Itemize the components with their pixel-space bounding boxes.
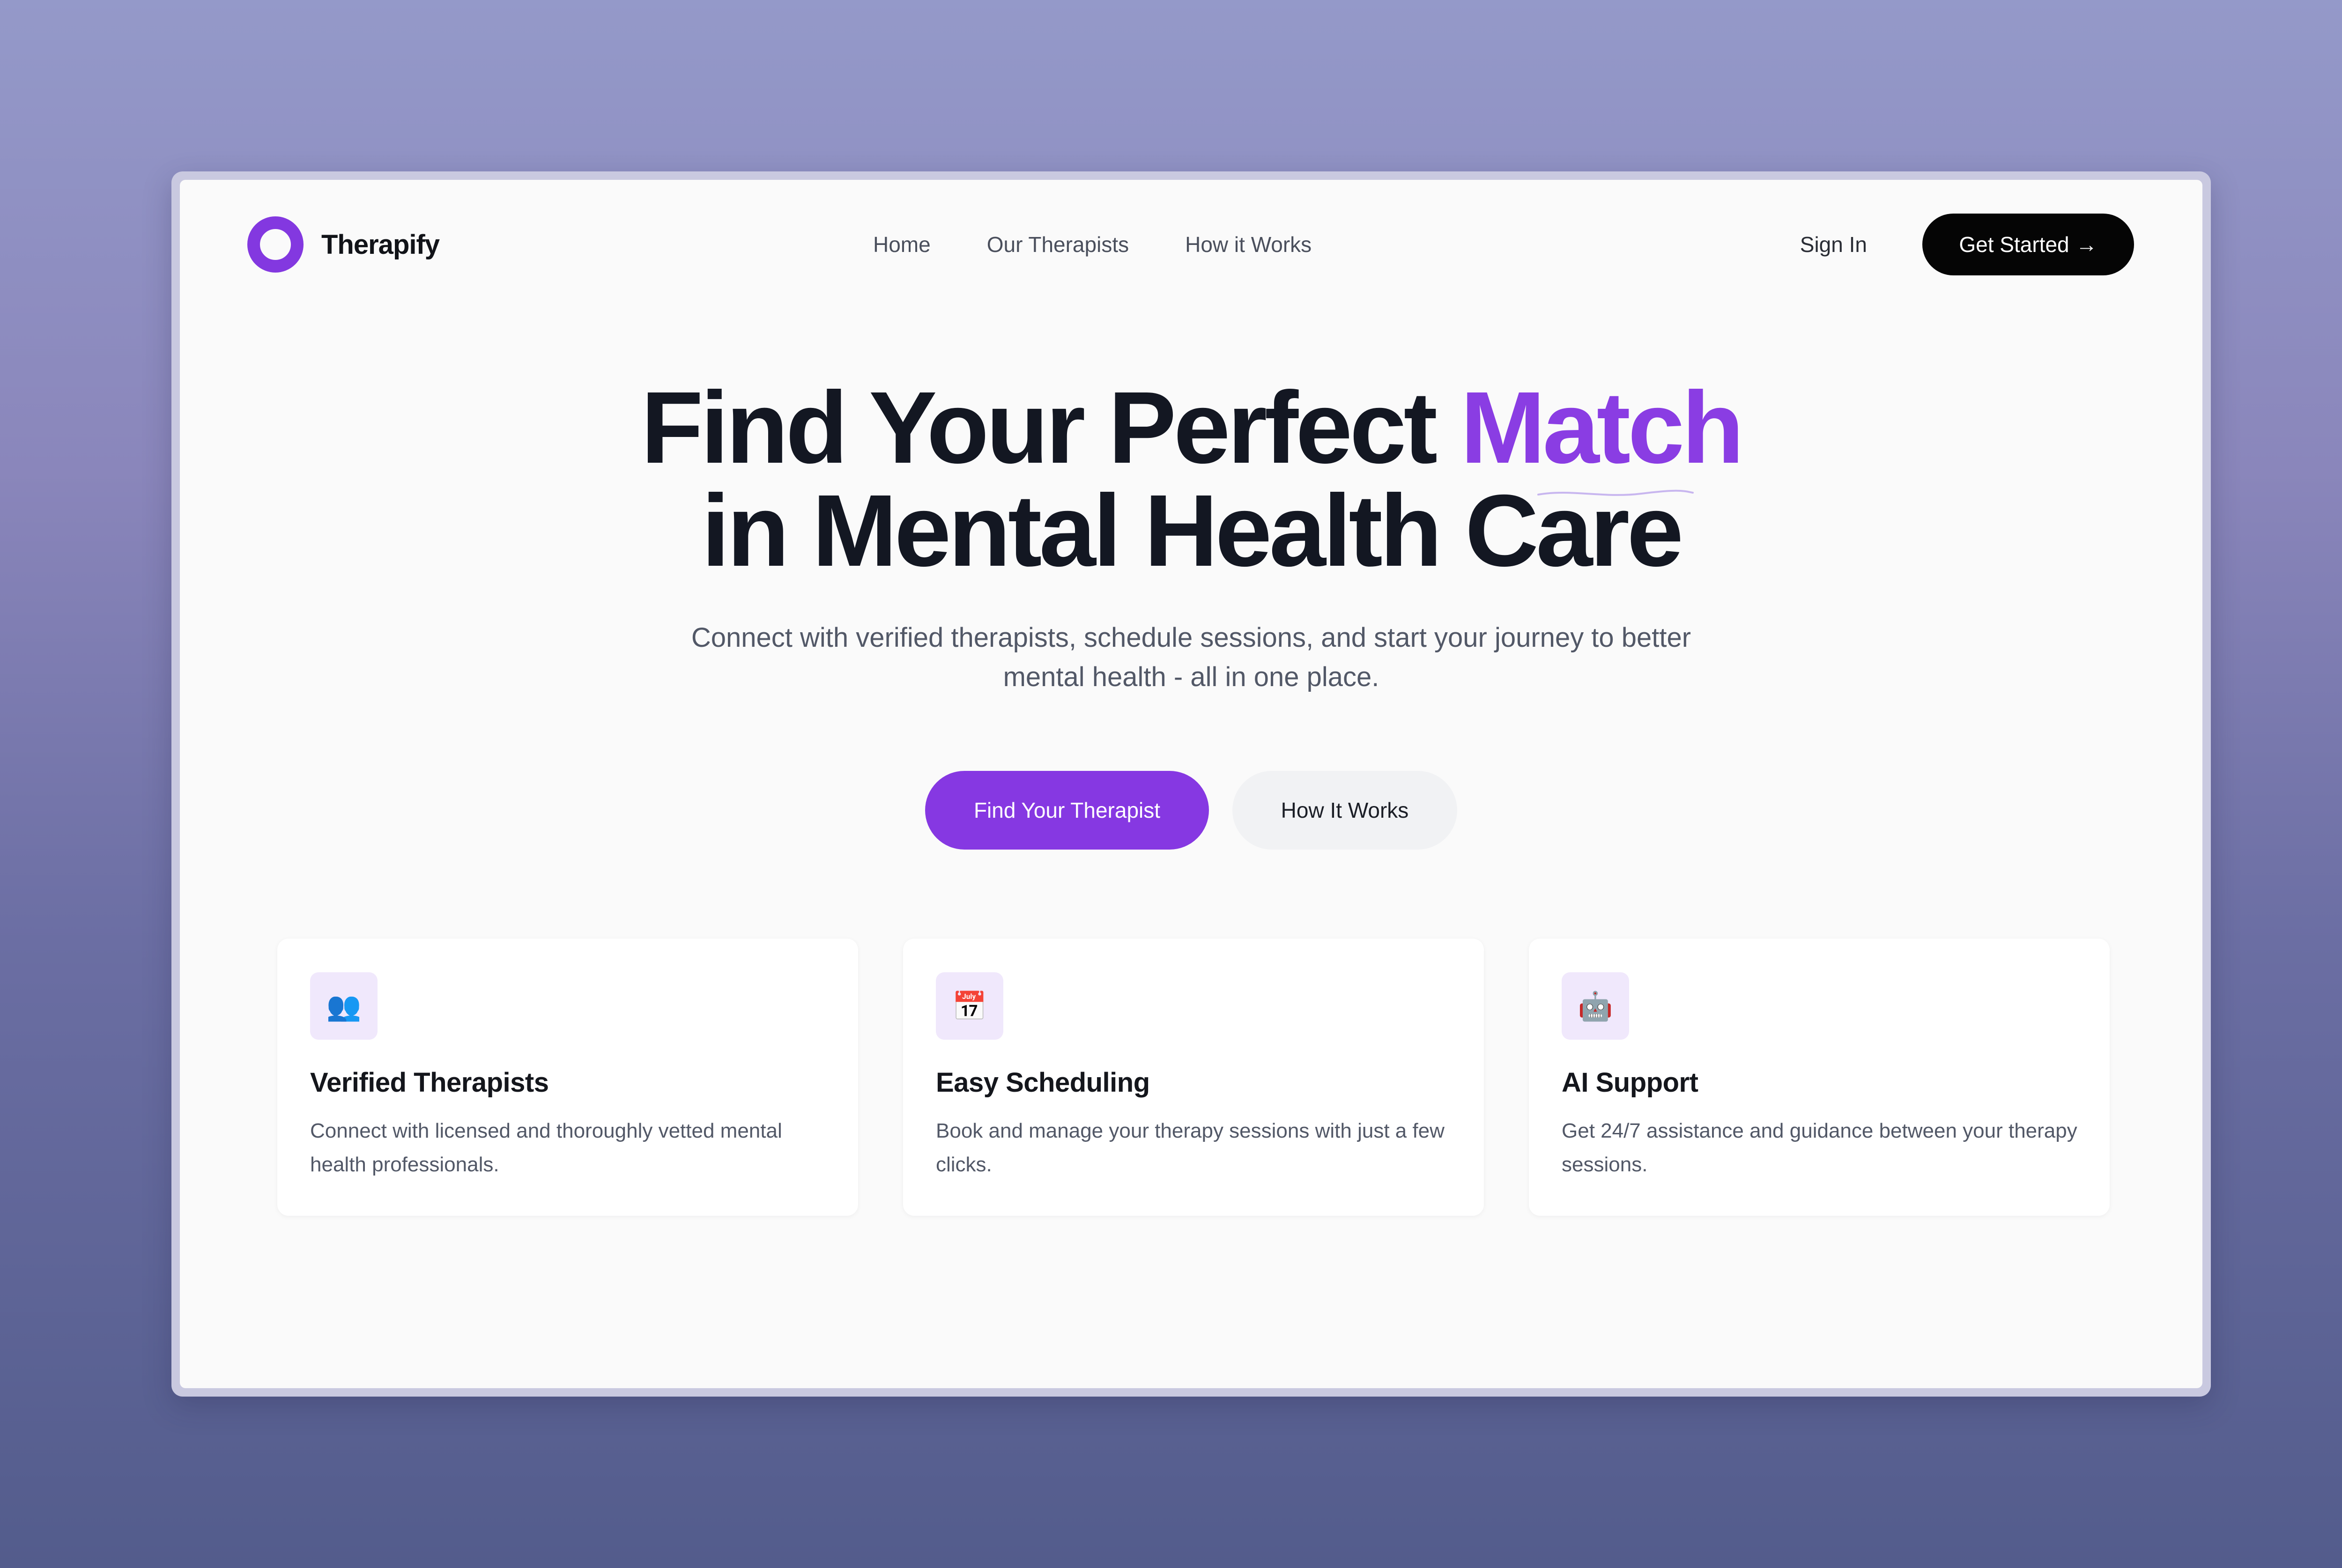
sign-in-link[interactable]: Sign In [1800,180,1867,309]
how-it-works-button[interactable]: How It Works [1232,771,1457,850]
get-started-button[interactable]: Get Started → [1922,214,2134,275]
landing-page: Therapify Home Our Therapists How it Wor… [180,180,2202,1388]
nav-link-our-therapists[interactable]: Our Therapists [987,232,1129,257]
logo-ring-icon [247,216,304,273]
feature-title: Verified Therapists [310,1067,549,1098]
calendar-icon: 📅 [936,972,1003,1040]
feature-description: Book and manage your therapy sessions wi… [936,1119,1445,1176]
hero-subtitle-line-2: mental health - all in one place. [1003,662,1379,692]
browser-frame: Therapify Home Our Therapists How it Wor… [171,171,2211,1397]
cta-row: Find Your Therapist How It Works [180,771,2202,850]
feature-cards: 👥 Verified Therapists Connect with licen… [277,939,2110,1216]
hero-title: Find Your Perfect Match in Mental Health… [180,377,2202,583]
feature-card-easy-scheduling: 📅 Easy Scheduling Book and manage your t… [903,939,1484,1216]
feature-title: Easy Scheduling [936,1067,1150,1098]
logo[interactable]: Therapify [247,215,440,274]
hero-subtitle-line-1: Connect with verified therapists, schedu… [691,622,1691,653]
hero-subtitle: Connect with verified therapists, schedu… [180,618,2202,697]
find-therapist-button[interactable]: Find Your Therapist [925,771,1209,850]
feature-description: Get 24/7 assistance and guidance between… [1562,1119,2077,1176]
nav-link-home[interactable]: Home [873,232,931,257]
feature-card-ai-support: 🤖 AI Support Get 24/7 assistance and gui… [1529,939,2110,1216]
navbar: Therapify Home Our Therapists How it Wor… [180,180,2202,311]
hero-title-line-1: Find Your Perfect Match [180,377,2202,480]
hero-title-accent: Match [1460,371,1744,485]
feature-description: Connect with licensed and thoroughly vet… [310,1119,782,1176]
nav-link-how-it-works[interactable]: How it Works [1185,232,1312,257]
nav-links: Home Our Therapists How it Works [873,180,1312,309]
hero-title-line-2: in Mental Health Care [701,474,1684,588]
feature-title: AI Support [1562,1067,1698,1098]
feature-card-verified-therapists: 👥 Verified Therapists Connect with licen… [277,939,858,1216]
people-icon: 👥 [310,972,378,1040]
robot-icon: 🤖 [1562,972,1629,1040]
arrow-right-icon: → [2075,232,2097,257]
brand-name: Therapify [321,229,440,260]
underline-squiggle-icon [1537,489,1694,496]
hero-title-text: Find Your Perfect [641,371,1460,485]
get-started-label: Get Started [1959,232,2069,257]
